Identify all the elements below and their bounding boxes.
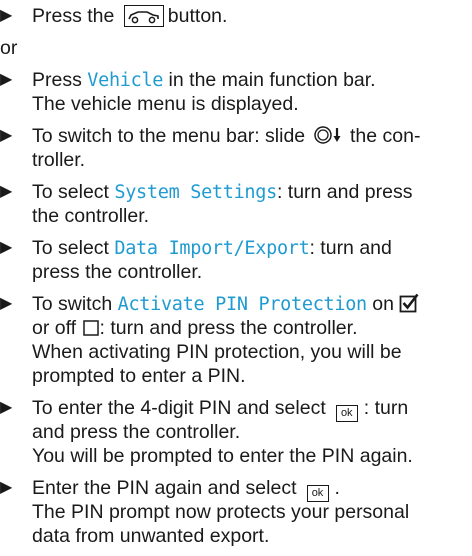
step-bullet: ▶ (0, 295, 13, 312)
step-bullet: ▶ (0, 399, 13, 416)
car-button-icon (123, 5, 164, 27)
step-text: or off (32, 317, 77, 339)
instruction-document: ▶ Press the button. or ▶ Press Vehicle i… (0, 0, 472, 556)
step-text: the con- (344, 125, 421, 147)
step-bullet: ▶ (0, 183, 13, 200)
step-bullet: ▶ (0, 7, 13, 24)
menu-item-system-settings: System Settings (114, 182, 277, 203)
step-text: Press (32, 69, 88, 91)
menu-item-vehicle: Vehicle (87, 70, 164, 91)
step-text: : turn (363, 397, 409, 419)
step-continuation: press the controller. (32, 261, 203, 283)
step-text: on (366, 293, 394, 315)
step-text: To switch to the menu bar: slide (32, 125, 306, 147)
step-result: The PIN prompt now protects your persona… (32, 501, 410, 523)
step-text: : turn and press (276, 181, 413, 203)
step-text: To select (32, 181, 115, 203)
step-text: To switch (32, 293, 118, 315)
step-text: Enter the PIN again and select (32, 477, 297, 499)
menu-item-activate-pin-protection: Activate PIN Protection (117, 294, 368, 315)
step-text: : turn and press the controller. (99, 317, 358, 339)
or-separator: or (0, 37, 18, 59)
step-note: You will be prompted to enter the PIN ag… (32, 445, 413, 467)
step-text: : turn and (309, 237, 392, 259)
step-bullet: ▶ (0, 239, 13, 256)
step-result: The vehicle menu is displayed. (32, 93, 299, 115)
step-note: prompted to enter a PIN. (32, 365, 246, 387)
step-text: button. (167, 5, 228, 27)
step-bullet: ▶ (0, 479, 13, 496)
step-text: To select (32, 237, 115, 259)
step-text: To enter the 4-digit PIN and select (32, 397, 326, 419)
step-text: . (334, 477, 340, 499)
step-continuation: or off : turn and press the controller. (32, 316, 468, 343)
step-text: in the main function bar. (163, 69, 376, 91)
menu-item-data-import-export: Data Import/Export (114, 238, 310, 259)
step-continuation: and press the controller. (32, 421, 241, 443)
step-continuation: the controller. (32, 205, 150, 227)
step-text: Press the (32, 5, 120, 27)
step-bullet: ▶ (0, 127, 13, 144)
step-continuation: troller. (32, 149, 86, 171)
step-bullet: ▶ (0, 71, 13, 88)
step-result: data from unwanted export. (32, 525, 270, 547)
step-note: When activating PIN protection, you will… (32, 341, 402, 363)
